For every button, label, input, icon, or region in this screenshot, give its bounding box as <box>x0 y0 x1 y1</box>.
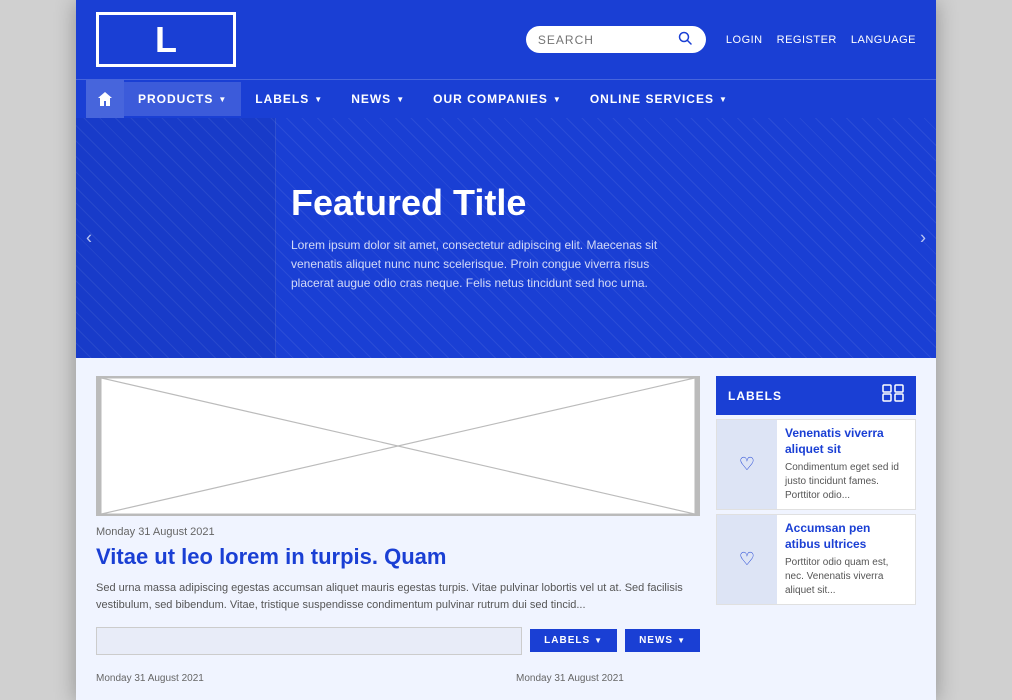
chevron-down-icon: ▼ <box>218 95 227 104</box>
hero-content: Featured Title Lorem ipsum dolor sit ame… <box>291 182 671 294</box>
article-body: Sed urna massa adipiscing egestas accums… <box>96 580 700 615</box>
heart-icon: ♡ <box>739 454 755 475</box>
sidebar-item-image-2: ♡ <box>717 515 777 604</box>
logo: L <box>155 19 177 61</box>
sidebar-header-label: LABELS <box>728 389 782 403</box>
hero-next-button[interactable]: › <box>920 228 926 249</box>
sidebar-item-image-1: ♡ <box>717 420 777 509</box>
hero-left-panel <box>76 118 276 358</box>
logo-box: L <box>96 12 236 67</box>
browser-window: L LOGIN REGISTER LANGUAGE <box>76 0 936 700</box>
login-link[interactable]: LOGIN <box>726 34 763 46</box>
bottom-card-2: Monday 31 August 2021 <box>516 673 916 684</box>
header-links: LOGIN REGISTER LANGUAGE <box>726 34 916 46</box>
article-image <box>96 376 700 516</box>
bottom-cards: Monday 31 August 2021 Monday 31 August 2… <box>76 673 936 700</box>
article-card: Monday 31 August 2021 Vitae ut leo lorem… <box>96 376 700 655</box>
article-title: Vitae ut leo lorem in turpis. Quam <box>96 543 700 572</box>
sidebar: LABELS ♡ Venenatis viverra aliquet sit <box>716 376 916 655</box>
news-button[interactable]: NEWS ▼ <box>625 629 700 652</box>
sidebar-item-title-2: Accumsan pen atibus ultrices <box>785 521 907 552</box>
article-footer: LABELS ▼ NEWS ▼ <box>96 627 700 655</box>
hero-prev-button[interactable]: ‹ <box>86 228 92 249</box>
search-input[interactable] <box>538 33 678 47</box>
chevron-down-icon: ▼ <box>314 95 323 104</box>
hero-text: Lorem ipsum dolor sit amet, consectetur … <box>291 236 671 294</box>
sidebar-item-content-1: Venenatis viverra aliquet sit Condimentu… <box>777 420 915 509</box>
chevron-down-icon: ▼ <box>677 636 686 645</box>
sidebar-item-1[interactable]: ♡ Venenatis viverra aliquet sit Condimen… <box>716 419 916 510</box>
sidebar-item-text-2: Porttitor odio quam est, nec. Venenatis … <box>785 556 907 598</box>
bottom-card-1: Monday 31 August 2021 <box>96 673 496 684</box>
bottom-date-2: Monday 31 August 2021 <box>516 673 916 684</box>
bottom-date-1: Monday 31 August 2021 <box>96 673 496 684</box>
labels-button[interactable]: LABELS ▼ <box>530 629 617 652</box>
search-icon[interactable] <box>678 31 692 48</box>
sidebar-item-text-1: Condimentum eget sed id justo tincidunt … <box>785 461 907 503</box>
language-link[interactable]: LANGUAGE <box>851 34 916 46</box>
search-bar <box>526 26 706 53</box>
chevron-down-icon: ▼ <box>553 95 562 104</box>
nav-item-our-companies[interactable]: OUR COMPANIES ▼ <box>419 82 576 116</box>
sidebar-item-2[interactable]: ♡ Accumsan pen atibus ultrices Porttitor… <box>716 514 916 605</box>
chevron-down-icon: ▼ <box>396 95 405 104</box>
hero-title: Featured Title <box>291 182 671 224</box>
article-date: Monday 31 August 2021 <box>96 526 700 538</box>
hero-section: Featured Title Lorem ipsum dolor sit ame… <box>76 118 936 358</box>
nav-home-button[interactable] <box>86 80 124 118</box>
site-header: L LOGIN REGISTER LANGUAGE <box>76 0 936 79</box>
heart-icon: ♡ <box>739 549 755 570</box>
nav-item-labels[interactable]: LABELS ▼ <box>241 82 337 116</box>
header-right: LOGIN REGISTER LANGUAGE <box>526 26 916 53</box>
article-footer-placeholder <box>96 627 522 655</box>
sidebar-item-title-1: Venenatis viverra aliquet sit <box>785 426 907 457</box>
chevron-down-icon: ▼ <box>594 636 603 645</box>
content-area: Monday 31 August 2021 Vitae ut leo lorem… <box>76 358 936 673</box>
sidebar-icon <box>882 384 904 407</box>
sidebar-header: LABELS <box>716 376 916 415</box>
sidebar-item-content-2: Accumsan pen atibus ultrices Porttitor o… <box>777 515 915 604</box>
nav-item-news[interactable]: NEWS ▼ <box>337 82 419 116</box>
nav-item-products[interactable]: PRODUCTS ▼ <box>124 82 241 116</box>
main-nav: PRODUCTS ▼ LABELS ▼ NEWS ▼ OUR COMPANIES… <box>76 79 936 118</box>
register-link[interactable]: REGISTER <box>777 34 837 46</box>
chevron-down-icon: ▼ <box>719 95 728 104</box>
nav-item-online-services[interactable]: ONLINE SERVICES ▼ <box>576 82 742 116</box>
